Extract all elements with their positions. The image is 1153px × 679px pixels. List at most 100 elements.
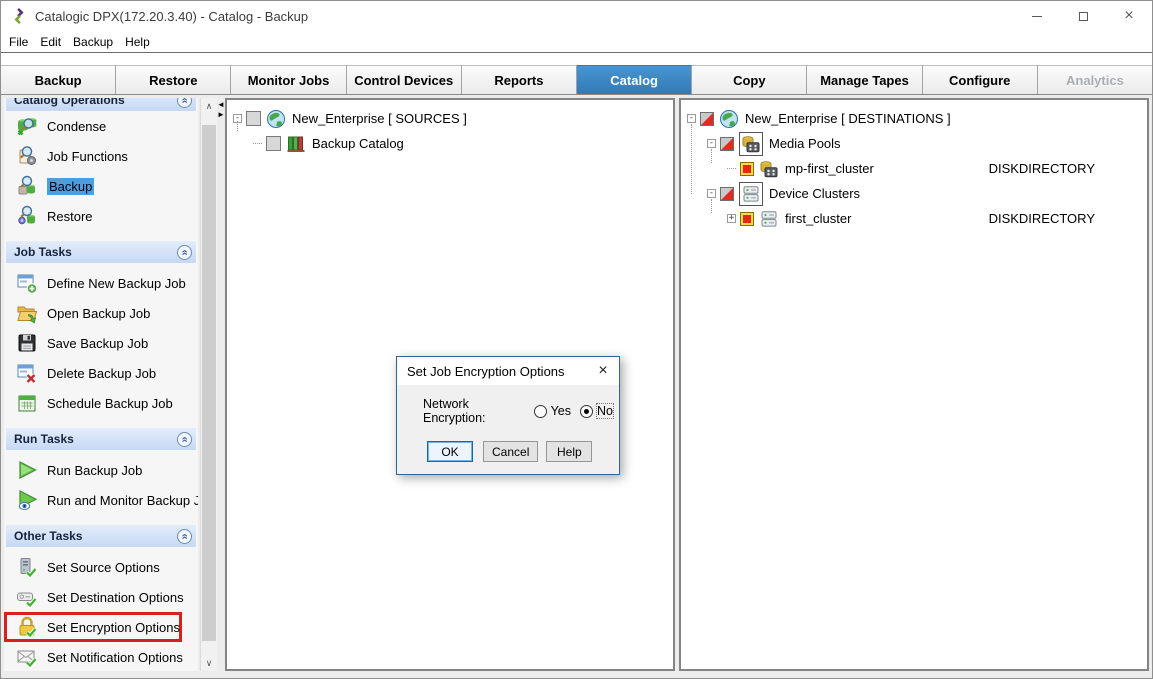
tree-node-label[interactable]: Media Pools [769, 136, 841, 151]
tree-node-label[interactable]: first_cluster [785, 211, 851, 226]
radio-no-label[interactable]: No [597, 404, 613, 418]
globe-icon [719, 109, 739, 129]
sidebar-item-run-and-monitor-backup-job[interactable]: Run and Monitor Backup Job [4, 485, 198, 515]
tree-node-label[interactable]: New_Enterprise [ SOURCES ] [292, 111, 467, 126]
menu-edit[interactable]: Edit [34, 33, 67, 51]
tree-row-mp-first-cluster[interactable]: mp-first_cluster DISKDIRECTORY [687, 156, 1145, 181]
tree-node-label[interactable]: Device Clusters [769, 186, 860, 201]
sidebar-item-set-destination-options[interactable]: Set Destination Options [4, 582, 198, 612]
radio-circle-checked[interactable] [580, 405, 593, 418]
sidebar-item-open-backup-job[interactable]: Open Backup Job [4, 298, 198, 328]
menu-help[interactable]: Help [119, 33, 156, 51]
ok-button[interactable]: OK [427, 441, 473, 462]
sidebar-scrollbar[interactable]: ∧ ∨ [200, 98, 217, 671]
section-job-tasks: Job Tasks « [6, 241, 196, 263]
tree-row-device-clusters[interactable]: - Device Clusters [687, 181, 1145, 206]
scrollbar-thumb[interactable] [202, 125, 216, 641]
menu-file[interactable]: File [3, 33, 34, 51]
tab-control-devices[interactable]: Control Devices [347, 65, 462, 94]
tab-reports[interactable]: Reports [462, 65, 577, 94]
tree-checkbox-selected[interactable] [740, 162, 754, 176]
cancel-button[interactable]: Cancel [483, 441, 538, 462]
tree-row-new-enterprise-destinations[interactable]: - New_Enterprise [ DESTINATIONS ] [687, 106, 1145, 131]
tree-row-new-enterprise-sources[interactable]: - New_Enterprise [ SOURCES ] [233, 106, 671, 131]
sidebar-item-label: Set Notification Options [47, 650, 183, 665]
media-pools-icon [739, 132, 763, 156]
tree-expand-icon[interactable]: + [727, 214, 736, 223]
radio-yes[interactable]: Yes [534, 404, 571, 418]
sidebar-item-restore[interactable]: Restore [4, 201, 198, 231]
tree-checkbox[interactable] [266, 136, 281, 151]
run-monitor-icon [14, 487, 40, 513]
mail-icon [14, 644, 40, 670]
collapse-button[interactable]: « [177, 529, 192, 544]
tree-collapse-icon[interactable]: - [687, 114, 696, 123]
section-title: Catalog Operations [14, 98, 125, 107]
section-catalog-operations-clipped: Catalog Operations « [6, 98, 196, 111]
sidebar-item-condense[interactable]: Condense [4, 111, 198, 141]
tab-catalog[interactable]: Catalog [577, 65, 692, 94]
tab-monitor-jobs[interactable]: Monitor Jobs [231, 65, 346, 94]
tab-configure[interactable]: Configure [923, 65, 1038, 94]
splitter-collapse-left-icon[interactable]: ◄ [217, 101, 225, 109]
sidebar-item-set-notification-options[interactable]: Set Notification Options [4, 642, 198, 671]
tree-checkbox-partial[interactable] [720, 187, 734, 201]
radio-yes-label[interactable]: Yes [551, 404, 571, 418]
menu-backup[interactable]: Backup [67, 33, 119, 51]
sidebar-item-job-functions[interactable]: Job Functions [4, 141, 198, 171]
collapse-button[interactable]: « [177, 98, 192, 108]
collapse-button[interactable]: « [177, 245, 192, 260]
destinations-panel: - New_Enterprise [ DESTINATIONS ] - Medi… [679, 98, 1149, 671]
dialog-close-icon[interactable]: × [587, 357, 619, 385]
network-encryption-label: Network Encryption: [423, 397, 525, 425]
tree-node-label[interactable]: mp-first_cluster [785, 161, 874, 176]
tree-checkbox-selected[interactable] [740, 212, 754, 226]
collapse-button[interactable]: « [177, 432, 192, 447]
panel-splitter[interactable]: ◄ ► [218, 98, 224, 671]
sidebar-item-run-backup-job[interactable]: Run Backup Job [4, 455, 198, 485]
tree-row-first-cluster[interactable]: + first_cluster DISKDIRECTORY [687, 206, 1145, 231]
sidebar-item-save-backup-job[interactable]: Save Backup Job [4, 328, 198, 358]
destinations-tree: - New_Enterprise [ DESTINATIONS ] - Medi… [681, 100, 1147, 237]
sidebar-item-define-new-backup-job[interactable]: Define New Backup Job [4, 268, 198, 298]
sidebar-item-backup[interactable]: Backup [4, 171, 198, 201]
sidebar-item-delete-backup-job[interactable]: Delete Backup Job [4, 358, 198, 388]
tree-checkbox-partial[interactable] [700, 112, 714, 126]
tab-analytics[interactable]: Analytics [1038, 65, 1152, 94]
tab-copy[interactable]: Copy [692, 65, 807, 94]
tab-restore[interactable]: Restore [116, 65, 231, 94]
help-button[interactable]: Help [546, 441, 592, 462]
close-button[interactable]: × [1106, 1, 1152, 31]
tab-backup[interactable]: Backup [1, 65, 116, 94]
sources-tree: - New_Enterprise [ SOURCES ] Backup Cata… [227, 100, 673, 162]
app-window: Catalogic DPX(172.20.3.40) - Catalog - B… [0, 0, 1153, 679]
tree-checkbox-partial[interactable] [720, 137, 734, 151]
minimize-button[interactable] [1014, 1, 1060, 31]
tree-row-media-pools[interactable]: - Media Pools [687, 131, 1145, 156]
tree-collapse-icon[interactable]: - [707, 189, 716, 198]
new-job-icon [14, 270, 40, 296]
splitter-collapse-right-icon[interactable]: ► [217, 111, 225, 119]
scroll-down-arrow-icon[interactable]: ∨ [201, 655, 217, 671]
sidebar-item-label: Set Destination Options [47, 590, 184, 605]
sidebar-item-set-encryption-options[interactable]: Set Encryption Options [4, 612, 182, 642]
radio-circle-unchecked[interactable] [534, 405, 547, 418]
sidebar-item-label: Save Backup Job [47, 336, 148, 351]
sidebar-item-set-source-options[interactable]: Set Source Options [4, 552, 198, 582]
section-title: Run Tasks [14, 432, 74, 446]
radio-no[interactable]: No [580, 404, 613, 418]
maximize-button[interactable] [1060, 1, 1106, 31]
sidebar-item-schedule-backup-job[interactable]: Schedule Backup Job [4, 388, 198, 418]
task-sidebar: Catalog Operations « Condense Job Functi… [4, 98, 198, 671]
tree-row-backup-catalog[interactable]: Backup Catalog [233, 131, 671, 156]
tree-collapse-icon[interactable]: - [707, 139, 716, 148]
tree-checkbox[interactable] [246, 111, 261, 126]
job-functions-icon [14, 143, 40, 169]
set-job-encryption-options-dialog: Set Job Encryption Options × Network Enc… [396, 356, 620, 475]
section-title: Job Tasks [14, 245, 72, 259]
tree-node-label[interactable]: Backup Catalog [312, 136, 404, 151]
tree-node-label[interactable]: New_Enterprise [ DESTINATIONS ] [745, 111, 951, 126]
scroll-up-arrow-icon[interactable]: ∧ [201, 98, 217, 114]
tab-manage-tapes[interactable]: Manage Tapes [807, 65, 922, 94]
device-clusters-icon [739, 182, 763, 206]
